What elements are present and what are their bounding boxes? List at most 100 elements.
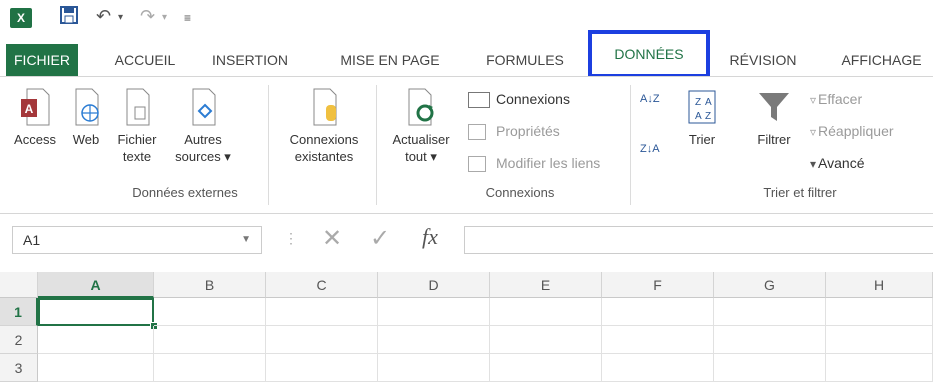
undo-icon[interactable]: ↶ xyxy=(96,6,111,27)
redo-dropdown-icon[interactable]: ▾ xyxy=(162,12,167,23)
column-header[interactable]: G xyxy=(714,272,826,298)
properties-label: Propriétés xyxy=(496,123,560,139)
grid-cell[interactable] xyxy=(154,354,266,382)
refresh-all-label-2: tout ▾ xyxy=(405,149,437,164)
text-file-icon xyxy=(126,88,150,126)
insert-function-icon[interactable]: fx xyxy=(422,224,438,250)
advanced-label: Avancé xyxy=(818,155,865,171)
formula-input[interactable] xyxy=(464,226,933,254)
filter-button[interactable]: Filtrer xyxy=(744,87,804,148)
worksheet-grid: A B C D E F G H 1 2 3 xyxy=(0,272,933,383)
grid-cell[interactable] xyxy=(266,354,378,382)
sort-ascending-button[interactable]: A↓Z xyxy=(640,93,660,105)
access-icon: A xyxy=(21,88,50,126)
tab-review[interactable]: RÉVISION xyxy=(718,44,808,76)
name-box-dropdown-icon[interactable]: ▼ xyxy=(241,227,251,253)
existing-connections-button[interactable]: Connexions existantes xyxy=(278,87,370,165)
existing-connections-label-1: Connexions xyxy=(289,132,359,147)
column-header[interactable]: F xyxy=(602,272,714,298)
name-box[interactable]: A1 ▼ xyxy=(12,226,262,254)
grid-cell[interactable] xyxy=(266,298,378,326)
edit-links-button[interactable]: Modifier les liens xyxy=(468,155,600,173)
grid-cell[interactable] xyxy=(490,354,602,382)
grid-cell[interactable] xyxy=(826,354,933,382)
save-icon[interactable] xyxy=(60,6,78,29)
tab-page-layout[interactable]: MISE EN PAGE xyxy=(330,44,450,76)
properties-button[interactable]: Propriétés xyxy=(468,123,560,141)
text-file-button[interactable]: Fichier texte xyxy=(112,87,162,165)
grid-cell[interactable] xyxy=(602,326,714,354)
svg-text:A: A xyxy=(25,102,34,116)
column-header[interactable]: C xyxy=(266,272,378,298)
clear-icon: ▿ xyxy=(810,93,817,107)
reapply-label: Réappliquer xyxy=(818,123,894,139)
redo-icon[interactable]: ↷ xyxy=(140,6,155,27)
cell-a1-selected[interactable] xyxy=(38,298,154,326)
grid-cell[interactable] xyxy=(378,354,490,382)
grid-cell[interactable] xyxy=(154,326,266,354)
web-label: Web xyxy=(72,132,100,147)
column-header[interactable]: H xyxy=(826,272,933,298)
clear-label: Effacer xyxy=(818,91,863,107)
enter-icon[interactable]: ✓ xyxy=(370,224,390,253)
row-header[interactable]: 2 xyxy=(0,326,38,354)
text-file-label-2: texte xyxy=(122,149,152,164)
group-separator xyxy=(376,85,377,205)
grid-cell[interactable] xyxy=(38,326,154,354)
row-header[interactable]: 3 xyxy=(0,354,38,382)
advanced-button[interactable]: ▾ Avancé xyxy=(810,155,864,171)
grid-cell[interactable] xyxy=(714,326,826,354)
sort-button[interactable]: ZAAZ Trier xyxy=(678,87,726,148)
reapply-icon: ▿ xyxy=(810,125,817,139)
tab-formulas[interactable]: FORMULES xyxy=(470,44,580,76)
customize-toolbar-icon[interactable]: ≡ xyxy=(184,11,191,25)
grid-cell[interactable] xyxy=(602,298,714,326)
undo-dropdown-icon[interactable]: ▾ xyxy=(118,12,123,23)
reapply-button[interactable]: ▿ Réappliquer xyxy=(810,123,894,139)
refresh-all-icon xyxy=(408,88,434,126)
grid-cell[interactable] xyxy=(826,326,933,354)
grid-cell[interactable] xyxy=(490,298,602,326)
name-box-value: A1 xyxy=(23,232,41,248)
filter-label: Filtrer xyxy=(757,132,791,147)
grid-cell[interactable] xyxy=(714,354,826,382)
text-file-label-1: Fichier xyxy=(117,132,157,147)
ribbon-tabs: FICHIER ACCUEIL INSERTION MISE EN PAGE F… xyxy=(0,30,933,78)
existing-connections-label-2: existantes xyxy=(294,149,354,164)
grid-cell[interactable] xyxy=(714,298,826,326)
tab-home[interactable]: ACCUEIL xyxy=(100,44,190,76)
access-button[interactable]: A Access xyxy=(10,87,60,148)
row-header[interactable]: 1 xyxy=(0,298,38,326)
grid-cell[interactable] xyxy=(602,354,714,382)
tab-file[interactable]: FICHIER xyxy=(6,44,78,76)
column-header[interactable]: D xyxy=(378,272,490,298)
tab-insert[interactable]: INSERTION xyxy=(200,44,300,76)
grid-cell[interactable] xyxy=(378,326,490,354)
grid-cell[interactable] xyxy=(378,298,490,326)
column-header[interactable]: A xyxy=(38,272,154,298)
tab-view[interactable]: AFFICHAGE xyxy=(830,44,933,76)
svg-text:A: A xyxy=(705,97,712,108)
cancel-icon[interactable]: ✕ xyxy=(322,224,342,253)
grid-cell[interactable] xyxy=(266,326,378,354)
edit-links-icon xyxy=(468,156,486,173)
column-header[interactable]: E xyxy=(490,272,602,298)
grid-cell[interactable] xyxy=(38,354,154,382)
refresh-all-label-1: Actualiser xyxy=(392,132,450,147)
grid-cell[interactable] xyxy=(154,298,266,326)
refresh-all-button[interactable]: Actualiser tout ▾ xyxy=(380,87,462,165)
filter-icon xyxy=(759,93,789,121)
web-button[interactable]: Web xyxy=(66,87,106,148)
other-sources-button[interactable]: Autres sources ▾ xyxy=(168,87,238,165)
sort-descending-button[interactable]: Z↓A xyxy=(640,143,660,155)
sort-icon: Z AA Z xyxy=(688,90,716,124)
column-header[interactable]: B xyxy=(154,272,266,298)
clear-button[interactable]: ▿ Effacer xyxy=(810,91,862,107)
svg-text:Z: Z xyxy=(695,97,701,108)
tab-data[interactable]: DONNÉES xyxy=(588,30,710,78)
grid-cell[interactable] xyxy=(490,326,602,354)
select-all-corner[interactable] xyxy=(0,272,38,298)
connections-button[interactable]: Connexions xyxy=(468,91,570,109)
connections-icon xyxy=(468,92,490,109)
grid-cell[interactable] xyxy=(826,298,933,326)
